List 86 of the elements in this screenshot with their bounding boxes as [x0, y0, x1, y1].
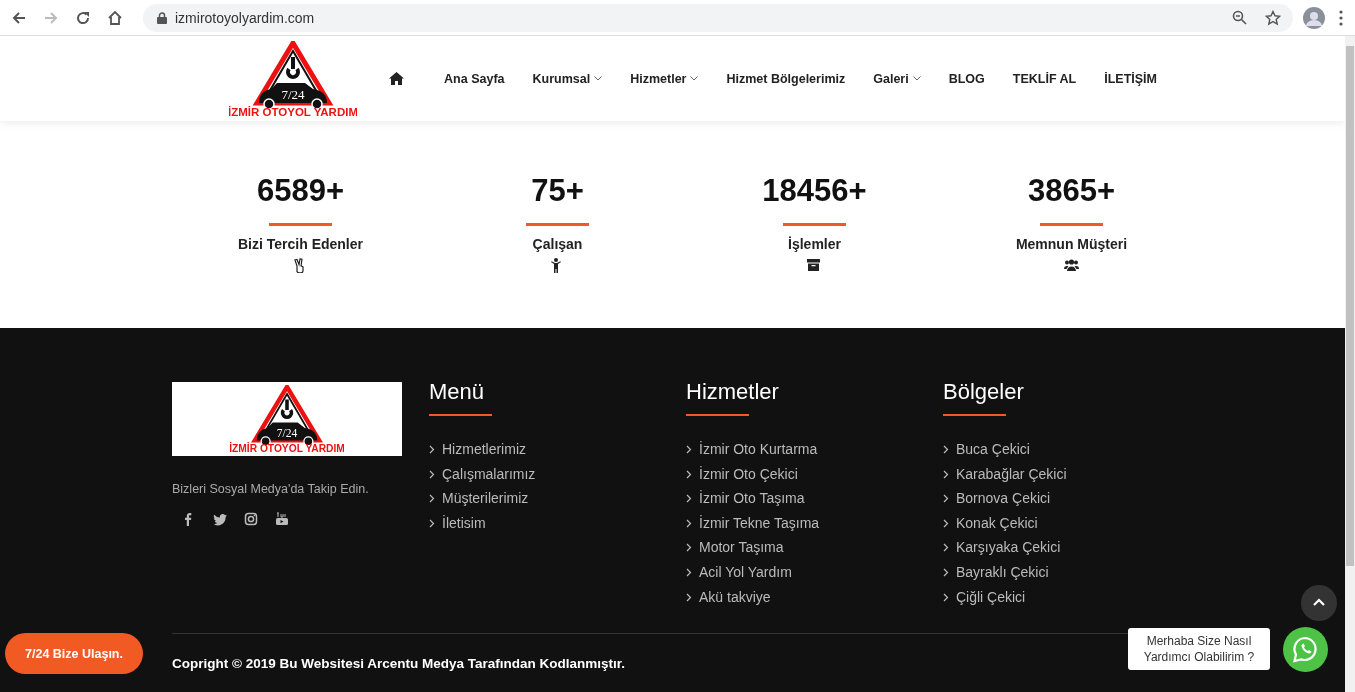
- scrollbar[interactable]: [1345, 36, 1355, 692]
- chat-tooltip: Merhaba Size Nasıl Yardımcı Olabilirim ?: [1128, 628, 1270, 670]
- column-title: Hizmetler: [686, 382, 780, 402]
- stat-number: 3865+: [1027, 173, 1116, 209]
- footer-link[interactable]: İzmir Tekne Taşıma: [686, 513, 943, 533]
- back-icon[interactable]: [11, 9, 27, 26]
- footer-link[interactable]: Motor Taşıma: [686, 538, 943, 558]
- home-icon[interactable]: [107, 9, 123, 26]
- home-icon[interactable]: [389, 72, 405, 85]
- group-icon: [1064, 258, 1079, 273]
- chevron-icon: [429, 518, 435, 528]
- logo-text: İZMİR OTOYOL YARDIM: [230, 442, 344, 453]
- zoom-icon[interactable]: [1232, 10, 1247, 25]
- nav-link[interactable]: Galeri: [873, 71, 921, 86]
- chevron-icon: [686, 518, 692, 528]
- caret-icon: [594, 76, 603, 81]
- chevron-icon: [943, 494, 949, 504]
- footer-link[interactable]: Bornova Çekici: [943, 489, 1200, 509]
- footer-link[interactable]: Karabağlar Çekici: [943, 464, 1200, 484]
- camera-icon[interactable]: [244, 512, 258, 526]
- logo-badge-text: 7/24: [281, 86, 305, 102]
- footer-link[interactable]: Çiğli Çekici: [943, 587, 1200, 607]
- chat-phone-icon[interactable]: [1283, 627, 1328, 672]
- footer-link[interactable]: Müşterilerimiz: [429, 489, 686, 509]
- reload-icon[interactable]: [75, 9, 91, 26]
- footer-link[interactable]: Çalışmalarımız: [429, 464, 686, 484]
- footer-link[interactable]: İletisim: [429, 513, 686, 533]
- nav-link[interactable]: İLETİŞİM: [1104, 71, 1157, 86]
- footer-link[interactable]: Akü takviye: [686, 587, 943, 607]
- chevron-icon: [943, 567, 949, 577]
- nav-link[interactable]: Kurumsal: [532, 71, 603, 86]
- chevron-icon: [686, 445, 692, 454]
- stat-number: 75+: [531, 173, 584, 209]
- caret-icon: [690, 76, 699, 81]
- chevron-icon: [686, 567, 692, 577]
- column-title: Bölgeler: [943, 382, 1025, 402]
- menu-icon[interactable]: [1339, 9, 1343, 26]
- chevron-icon: [429, 494, 435, 504]
- avatar-icon[interactable]: [1303, 6, 1325, 29]
- column-title: Menü: [429, 382, 486, 402]
- video-icon[interactable]: [275, 512, 289, 526]
- stat-number: 6589+: [256, 173, 345, 209]
- chevron-icon: [686, 494, 692, 504]
- chevron-icon: [686, 543, 692, 553]
- logo-badge-text: 7/24: [276, 426, 298, 440]
- nav-link[interactable]: TEKLİF AL: [1012, 71, 1077, 86]
- chevron-icon: [943, 445, 949, 454]
- footer-link[interactable]: Acil Yol Yardım: [686, 562, 943, 582]
- chevron-icon: [943, 518, 949, 528]
- stat-label: Çalışan: [532, 236, 583, 252]
- footer-link[interactable]: İzmir Oto Çekici: [686, 464, 943, 484]
- chevron-icon: [686, 592, 692, 602]
- footer-link[interactable]: İzmir Oto Kurtarma: [686, 440, 943, 459]
- chevron-icon: [943, 469, 949, 479]
- lock-icon: [157, 11, 167, 24]
- footer-link[interactable]: Konak Çekici: [943, 513, 1200, 533]
- site-logo[interactable]: 7/24 İZMİR OTOYOL YARDIM: [229, 40, 357, 117]
- nav-link[interactable]: Ana Sayfa: [444, 71, 505, 86]
- chevron-icon: [686, 469, 692, 479]
- footer-link[interactable]: Karşıyaka Çekici: [943, 538, 1200, 558]
- chevron-icon: [943, 543, 949, 553]
- bird-icon[interactable]: [213, 512, 227, 526]
- stat-label: İşlemler: [788, 236, 841, 252]
- footer-link[interactable]: Hizmetlerimiz: [429, 440, 686, 459]
- chevron-icon: [429, 445, 435, 454]
- url-text: izmirotoyolyardim.com: [175, 9, 315, 26]
- stat-number: 18456+: [762, 173, 867, 209]
- chevron-icon: [429, 469, 435, 479]
- star-icon[interactable]: [1265, 9, 1281, 26]
- copyright-text: Copright © 2019 Bu Websitesi Arcentu Medya Tarafından Kodlanmıştır.: [172, 656, 626, 671]
- nav-link[interactable]: Hizmet Bölgelerimiz: [726, 71, 846, 86]
- footer-logo[interactable]: 7/24 İZMİR OTOYOL YARDIM: [172, 382, 402, 456]
- nav-link[interactable]: BLOG: [948, 71, 985, 86]
- footer-link[interactable]: Buca Çekici: [943, 440, 1200, 459]
- follow-text: Bizleri Sosyal Medya'da Takip Edin.: [172, 482, 370, 496]
- footer-link[interactable]: Bayraklı Çekici: [943, 562, 1200, 582]
- stat-label: Bizi Tercih Edenler: [238, 236, 363, 252]
- caret-icon: [912, 76, 921, 81]
- footer-link[interactable]: İzmir Oto Taşıma: [686, 489, 943, 509]
- logo-text: İZMİR OTOYOL YARDIM: [229, 105, 357, 117]
- archive-box-icon: [807, 258, 822, 273]
- chevron-icon: [943, 592, 949, 602]
- scroll-top-icon[interactable]: [1301, 585, 1337, 621]
- address-bar[interactable]: izmirotoyolyardim.com: [143, 3, 1293, 32]
- nav-link[interactable]: Hizmetler: [630, 71, 699, 86]
- stat-label: Memnun Müşteri: [1015, 236, 1128, 252]
